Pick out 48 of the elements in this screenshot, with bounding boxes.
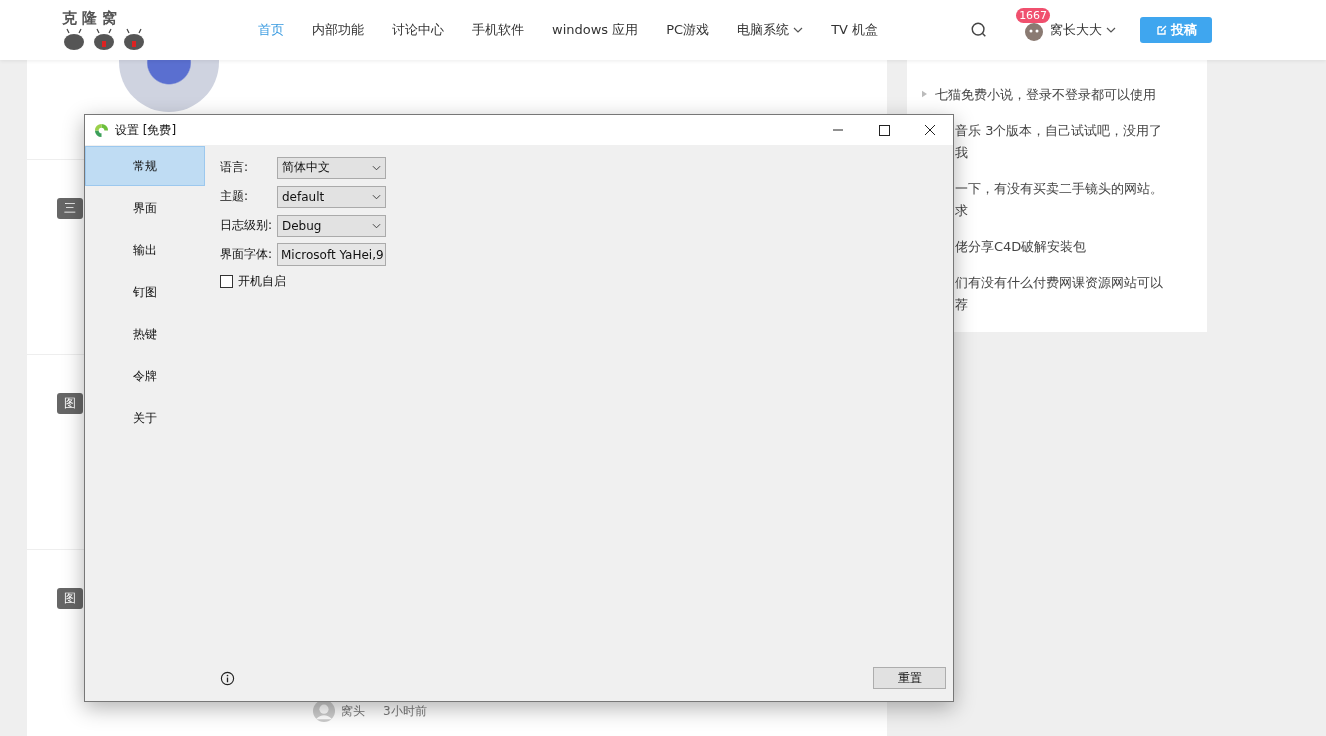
topic-link[interactable]: 佬分享C4D破解安装包 xyxy=(955,236,1167,258)
settings-category[interactable]: 令牌 xyxy=(85,356,205,396)
window-title: 设置 [免费] xyxy=(115,121,177,139)
settings-category[interactable]: 钉图 xyxy=(85,272,205,312)
topic-link[interactable]: 音乐 3个版本，自己试试吧，没用了我 xyxy=(955,120,1167,164)
notification-badge: 1667 xyxy=(1016,8,1051,23)
author-name[interactable]: 窝头 xyxy=(341,702,365,720)
field-label: 日志级别: xyxy=(220,217,274,234)
reset-button[interactable]: 重置 xyxy=(873,667,946,689)
field-label: 界面字体: xyxy=(220,246,274,263)
caret-icon xyxy=(1106,27,1117,33)
info-icon[interactable] xyxy=(220,670,235,686)
category-tag[interactable]: 三 xyxy=(57,198,83,219)
caret-icon xyxy=(372,222,381,229)
settings-category[interactable]: 热键 xyxy=(85,314,205,354)
nav-link[interactable]: 内部功能 xyxy=(298,21,378,39)
nav-link[interactable]: 讨论中心 xyxy=(378,21,458,39)
settings-category[interactable]: 界面 xyxy=(85,188,205,228)
post-time: 3小时前 xyxy=(383,702,427,720)
topic-link[interactable]: 一下，有没有买卖二手镜头的网站。求 xyxy=(955,178,1167,222)
checkbox[interactable] xyxy=(220,275,233,288)
nav-link[interactable]: 手机软件 xyxy=(458,21,538,39)
nav-link[interactable]: 电脑系统 xyxy=(723,21,818,39)
nav-link[interactable]: windows 应用 xyxy=(538,21,653,39)
caret-icon xyxy=(372,193,381,200)
nav-link[interactable]: PC游戏 xyxy=(652,21,724,39)
field-label: 语言: xyxy=(220,159,250,176)
category-tag[interactable]: 图 xyxy=(57,393,83,414)
edit-icon xyxy=(1155,24,1168,36)
settings-category[interactable]: 常规 xyxy=(85,146,205,186)
bug-mascots-icon xyxy=(62,27,146,51)
dropdown[interactable]: 简体中文 xyxy=(277,156,386,179)
app-logo-icon xyxy=(94,122,109,138)
topic-link[interactable]: 七猫免费小说，登录不登录都可以使用 xyxy=(935,84,1156,106)
topic-link[interactable]: 们有没有什么付费网课资源网站可以荐 xyxy=(955,272,1167,316)
category-tag[interactable]: 图 xyxy=(57,588,83,609)
settings-category[interactable]: 输出 xyxy=(85,230,205,270)
nav-link[interactable]: TV 机盒 xyxy=(817,21,893,39)
input-field[interactable]: Microsoft YaHei,9 xyxy=(277,243,386,266)
search-icon[interactable] xyxy=(970,21,989,39)
checkbox-label[interactable]: 开机自启 xyxy=(238,273,286,290)
user-menu[interactable]: 窝长大大 xyxy=(1050,21,1117,39)
settings-category[interactable]: 关于 xyxy=(85,398,205,438)
site-logo-text[interactable]: 克 隆 窝 xyxy=(62,9,118,27)
caret-icon xyxy=(372,164,381,171)
field-label: 主题: xyxy=(220,188,250,205)
dropdown[interactable]: default xyxy=(277,185,386,208)
dropdown[interactable]: Debug xyxy=(277,214,386,237)
